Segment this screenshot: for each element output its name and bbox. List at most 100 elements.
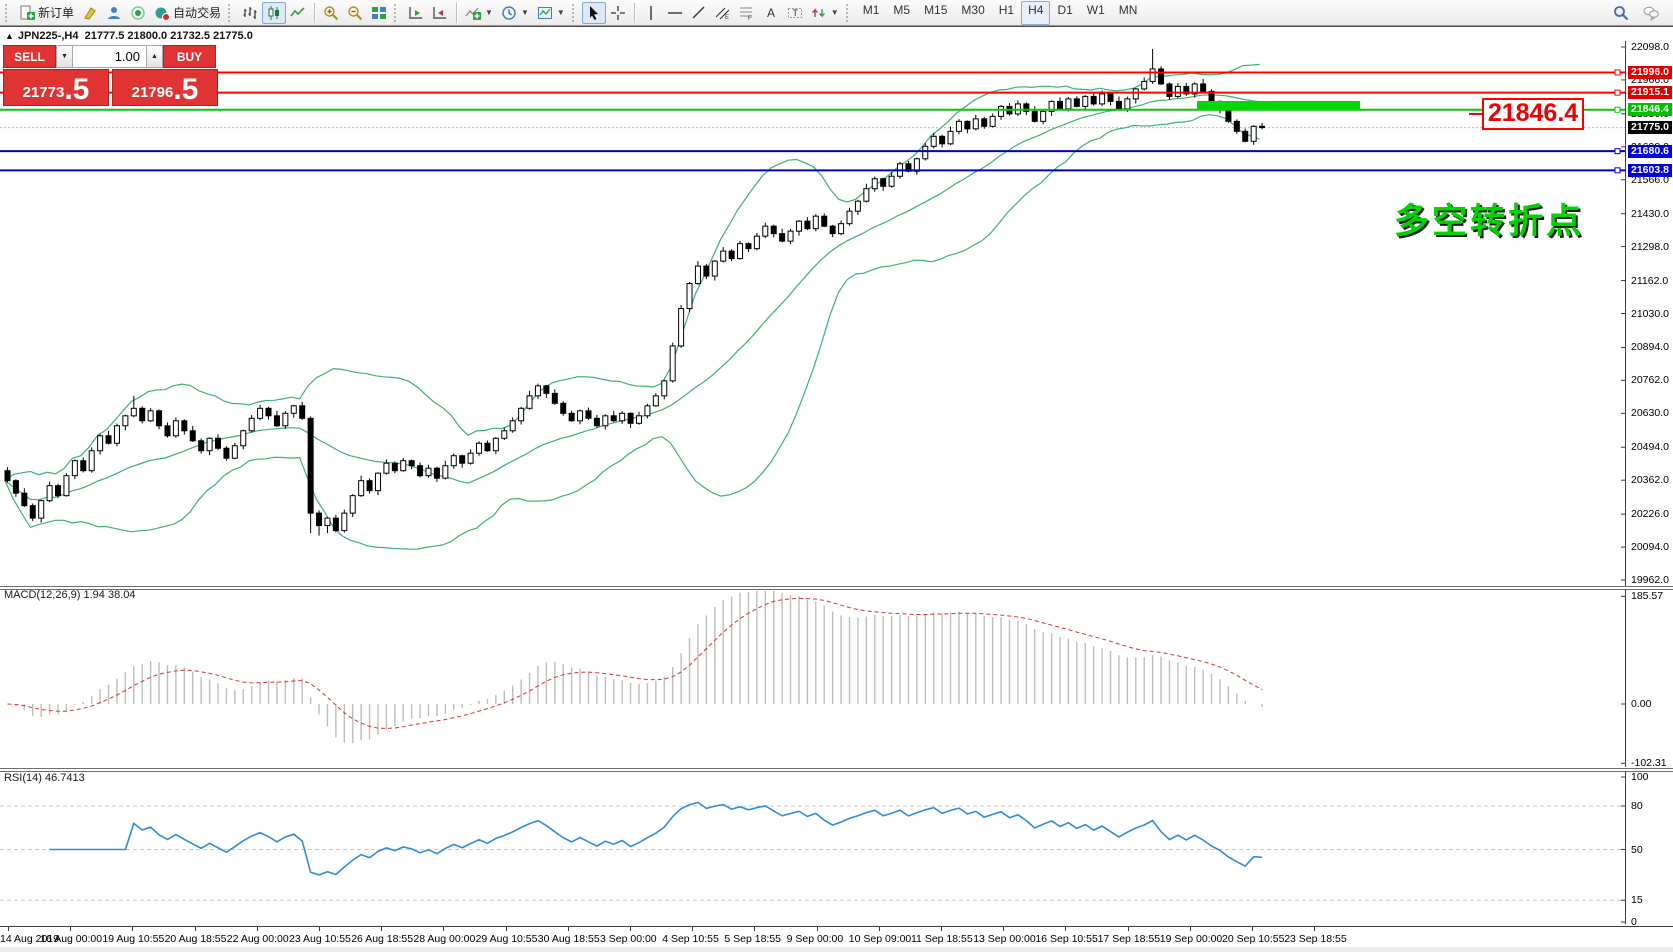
timeframe-m5-button[interactable]: M5 [886, 1, 917, 25]
time-label: 3 Sep 00:00 [600, 933, 657, 945]
toolbar-separator [456, 3, 457, 23]
auto-scroll-button[interactable] [404, 2, 428, 24]
collapse-triangle-icon[interactable]: ▲ [5, 31, 14, 41]
time-label: 17 Sep 18:55 [1098, 933, 1160, 945]
timeframe-m15-button[interactable]: M15 [917, 1, 954, 25]
vline-icon [643, 5, 659, 21]
hline-icon [667, 5, 683, 21]
bar-chart-button[interactable] [238, 2, 262, 24]
search-icon [1613, 5, 1629, 21]
indicators-button[interactable]: ▼ [461, 2, 497, 24]
timeframe-h4-button[interactable]: H4 [1021, 1, 1050, 25]
zoom-out-button[interactable] [343, 2, 367, 24]
line-chart-button[interactable] [286, 2, 310, 24]
time-tick [8, 927, 9, 931]
clock-icon [501, 5, 517, 21]
chevron-down-icon[interactable]: ▼ [831, 8, 839, 17]
cursor-icon [586, 5, 602, 21]
candle [56, 486, 61, 496]
candlestick-chart-button[interactable] [262, 2, 286, 24]
candle [620, 413, 625, 420]
price-chart-canvas[interactable] [0, 41, 1626, 586]
vertical-line-button[interactable] [639, 2, 663, 24]
candle [889, 176, 894, 186]
timeframe-h1-button[interactable]: H1 [992, 1, 1021, 25]
rsi-canvas[interactable] [0, 771, 1626, 924]
candle [670, 346, 675, 381]
candle [333, 518, 338, 530]
timeframe-mn-button[interactable]: MN [1112, 1, 1145, 25]
periods-button[interactable]: ▼ [497, 2, 533, 24]
price-callout-box[interactable]: 21846.4 [1482, 98, 1584, 130]
candle [64, 476, 69, 496]
search-button[interactable] [1609, 2, 1633, 24]
text-button[interactable]: A [759, 2, 783, 24]
axis-tick-label: 185.57 [1631, 590, 1663, 602]
trendline-button[interactable] [687, 2, 711, 24]
new-order-label: 新订单 [38, 4, 74, 21]
candle [81, 461, 86, 471]
tile-windows-button[interactable] [367, 2, 391, 24]
arrows-button[interactable]: ▼ [807, 2, 843, 24]
chevron-down-icon[interactable]: ▼ [521, 8, 529, 17]
autotrade-icon [154, 5, 170, 21]
candle [258, 408, 263, 418]
chart-window[interactable]: ▲JPN225-,H4 21777.5 21800.0 21732.5 2177… [0, 26, 1673, 952]
profile-button[interactable] [102, 2, 126, 24]
timeframe-w1-button[interactable]: W1 [1080, 1, 1112, 25]
buy-button[interactable]: BUY [163, 45, 216, 68]
chat-icon [1643, 5, 1659, 21]
cursor-button[interactable] [582, 2, 606, 24]
chat-button[interactable] [1639, 2, 1663, 24]
candle [5, 471, 10, 481]
candle [1066, 99, 1071, 109]
axis-tick-label: 20362.0 [1631, 474, 1669, 486]
chevron-down-icon[interactable]: ▼ [485, 8, 493, 17]
marker-button[interactable] [78, 2, 102, 24]
svg-text:A: A [767, 6, 775, 20]
fibonacci-button[interactable]: F [735, 2, 759, 24]
candle [300, 406, 305, 418]
new-order-button[interactable]: 新订单 [15, 2, 78, 24]
sell-button[interactable]: SELL [3, 45, 56, 68]
time-tick [754, 927, 755, 931]
green-highlight-rectangle[interactable] [1197, 101, 1360, 110]
candle [637, 416, 642, 423]
candles-icon [266, 5, 282, 21]
crosshair-button[interactable] [606, 2, 630, 24]
time-label: 22 Aug 00:00 [227, 933, 289, 945]
timeframe-m30-button[interactable]: M30 [954, 1, 991, 25]
volume-decrease-button[interactable]: ▼ [56, 45, 73, 68]
time-label: 9 Sep 00:00 [787, 933, 844, 945]
one-click-trade-panel: SELL ▼ ▲ BUY 21773.5 21796.5 [3, 45, 218, 106]
candle [780, 234, 785, 241]
sell-price[interactable]: 21773.5 [3, 69, 109, 106]
text-label-button[interactable]: T [783, 2, 807, 24]
autoscroll-icon [408, 5, 424, 21]
candle [165, 426, 170, 436]
candle [965, 121, 970, 128]
signal-button[interactable] [126, 2, 150, 24]
volume-increase-button[interactable]: ▲ [146, 45, 163, 68]
horizontal-line-button[interactable] [663, 2, 687, 24]
axis-tick-label: 0.00 [1631, 698, 1651, 710]
equidistant-channel-button[interactable]: E [711, 2, 735, 24]
autotrade-button[interactable]: 自动交易 [150, 2, 225, 24]
volume-input[interactable] [73, 45, 146, 68]
macd-canvas[interactable] [0, 589, 1626, 767]
buy-price[interactable]: 21796.5 [112, 69, 218, 106]
candle [1058, 101, 1063, 108]
timeframe-d1-button[interactable]: D1 [1050, 1, 1079, 25]
candle [679, 309, 684, 346]
chevron-down-icon[interactable]: ▼ [557, 8, 565, 17]
time-tick [1252, 927, 1253, 931]
candle [451, 456, 456, 466]
zoom-in-button[interactable] [319, 2, 343, 24]
timeframe-m1-button[interactable]: M1 [856, 1, 887, 25]
chart-shift-button[interactable] [428, 2, 452, 24]
candle [552, 393, 557, 403]
main-toolbar: 新订单 自动交易 ▼ ▼ ▼ EFAT ▼ M1M5M15M30H1H4D1W1MN [0, 0, 1673, 26]
candle [502, 431, 507, 438]
chinese-annotation-text[interactable]: 多空转折点 [1394, 193, 1584, 244]
templates-button[interactable]: ▼ [533, 2, 569, 24]
